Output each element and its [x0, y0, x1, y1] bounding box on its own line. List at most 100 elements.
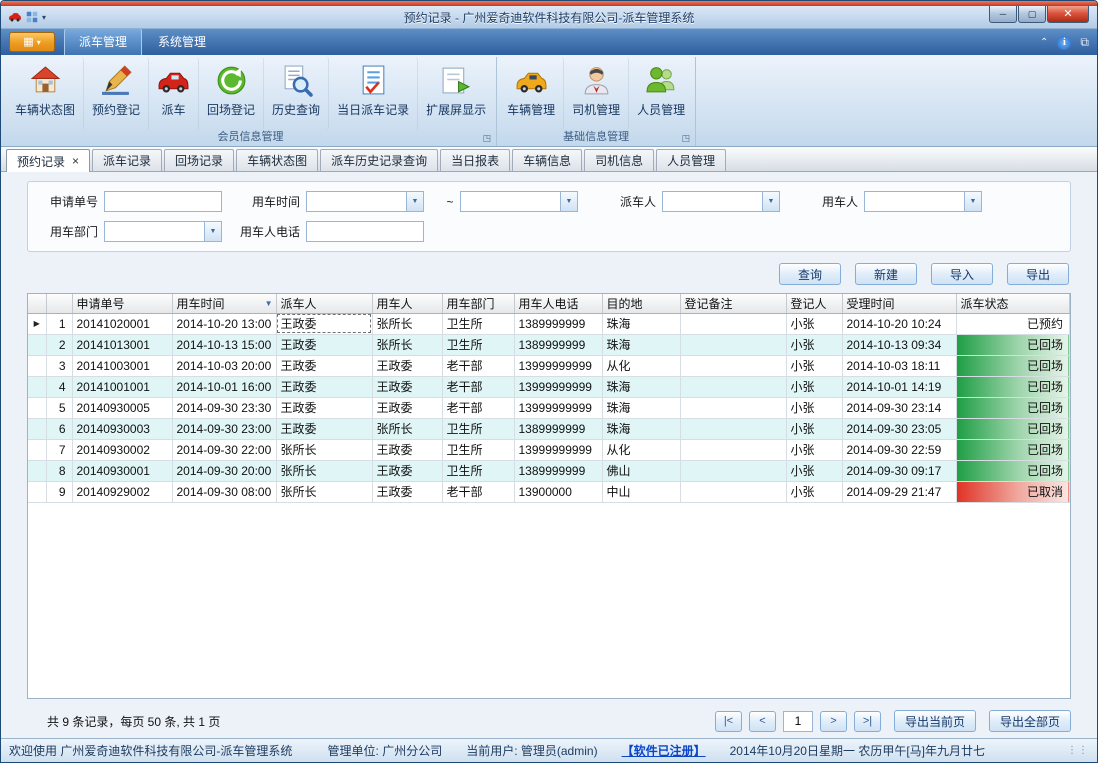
grid-cell[interactable]: 13999999999	[514, 355, 602, 376]
grid-cell[interactable]: 王政委	[276, 334, 372, 355]
doc-tab[interactable]: 预约记录×	[6, 149, 90, 172]
pager-first-button[interactable]: |<	[715, 711, 742, 732]
grid-cell[interactable]	[680, 334, 786, 355]
grid-cell[interactable]: 小张	[786, 481, 842, 502]
grid-cell[interactable]: 卫生所	[442, 313, 514, 334]
grid-cell[interactable]: 从化	[602, 439, 680, 460]
grid-cell[interactable]: 王政委	[372, 460, 442, 481]
table-row[interactable]: 7201409300022014-09-30 22:00张所长王政委卫生所139…	[28, 439, 1070, 460]
grid-cell[interactable]: 2014-09-30 20:00	[172, 460, 276, 481]
grid-cell[interactable]: 小张	[786, 418, 842, 439]
ribbon-button-recycle[interactable]: 回场登记	[199, 57, 264, 130]
column-header[interactable]: 用车人电话	[514, 294, 602, 313]
pager-prev-button[interactable]: <	[749, 711, 776, 732]
grid-cell[interactable]: 2014-09-30 22:59	[842, 439, 956, 460]
column-header[interactable]: 受理时间	[842, 294, 956, 313]
grid-cell[interactable]: 1389999999	[514, 418, 602, 439]
grid-cell[interactable]: 2014-09-30 08:00	[172, 481, 276, 502]
grid-cell[interactable]: 小张	[786, 439, 842, 460]
maximize-button[interactable]: ▢	[1018, 6, 1046, 23]
ribbon-button-car-yellow[interactable]: 车辆管理	[499, 57, 564, 130]
column-header[interactable]: 派车人	[276, 294, 372, 313]
filter-combo[interactable]: ▼	[864, 191, 982, 212]
page-number-input[interactable]	[783, 711, 813, 732]
grid-cell[interactable]: 1389999999	[514, 334, 602, 355]
grid-cell[interactable]: 2014-09-29 21:47	[842, 481, 956, 502]
grid-cell[interactable]: 珠海	[602, 376, 680, 397]
grid-cell[interactable]: 13900000	[514, 481, 602, 502]
table-row[interactable]: 3201410030012014-10-03 20:00王政委王政委老干部139…	[28, 355, 1070, 376]
grid-cell[interactable]: 20140929002	[72, 481, 172, 502]
grid-cell[interactable]: 13999999999	[514, 397, 602, 418]
filter-dropdown-icon[interactable]: ▼	[265, 299, 273, 308]
grid-cell[interactable]: 小张	[786, 460, 842, 481]
column-header[interactable]: 用车时间▼	[172, 294, 276, 313]
grid-cell[interactable]: 中山	[602, 481, 680, 502]
grid-cell[interactable]: 小张	[786, 313, 842, 334]
grid-cell[interactable]	[680, 355, 786, 376]
ribbon-button-driver[interactable]: 司机管理	[564, 57, 629, 130]
grid-cell[interactable]: 老干部	[442, 355, 514, 376]
export-button[interactable]: 导出	[1007, 263, 1069, 285]
doc-tab[interactable]: 司机信息	[584, 149, 654, 171]
grid-cell[interactable]: 王政委	[372, 439, 442, 460]
column-header[interactable]: 登记人	[786, 294, 842, 313]
grid-cell[interactable]: 小张	[786, 376, 842, 397]
doc-tab[interactable]: 车辆信息	[512, 149, 582, 171]
license-status-link[interactable]: 【软件已注册】	[622, 742, 706, 759]
grid-cell[interactable]: 张所长	[372, 418, 442, 439]
table-row[interactable]: 8201409300012014-09-30 20:00张所长王政委卫生所138…	[28, 460, 1070, 481]
grid-cell[interactable]	[680, 439, 786, 460]
grid-cell[interactable]: 珠海	[602, 313, 680, 334]
ribbon-button-record-list[interactable]: 当日派车记录	[329, 57, 418, 130]
grid-cell[interactable]: 王政委	[276, 376, 372, 397]
doc-tab[interactable]: 当日报表	[440, 149, 510, 171]
table-row[interactable]: 9201409290022014-09-30 08:00张所长王政委老干部139…	[28, 481, 1070, 502]
application-menu-button[interactable]: ▦▾	[9, 32, 55, 52]
grid-cell[interactable]: 佛山	[602, 460, 680, 481]
pager-next-button[interactable]: >	[820, 711, 847, 732]
grid-cell[interactable]: 2014-09-30 23:14	[842, 397, 956, 418]
column-header[interactable]: 用车部门	[442, 294, 514, 313]
grid-cell[interactable]: 张所长	[276, 460, 372, 481]
grid-cell[interactable]: 2014-09-30 23:00	[172, 418, 276, 439]
grid-cell[interactable]: 从化	[602, 355, 680, 376]
grid-cell[interactable]	[680, 460, 786, 481]
grid-cell[interactable]: 卫生所	[442, 460, 514, 481]
grid-cell[interactable]: 20141020001	[72, 313, 172, 334]
grid-cell[interactable]: 2014-09-30 23:05	[842, 418, 956, 439]
grid-cell[interactable]: 卫生所	[442, 334, 514, 355]
ribbon-button-pencil[interactable]: 预约登记	[84, 57, 149, 130]
grid-cell[interactable]	[680, 481, 786, 502]
grid-cell[interactable]: 珠海	[602, 334, 680, 355]
grid-cell[interactable]: 珠海	[602, 397, 680, 418]
grid-cell[interactable]: 小张	[786, 397, 842, 418]
table-row[interactable]: 6201409300032014-09-30 23:00王政委张所长卫生所138…	[28, 418, 1070, 439]
grid-cell[interactable]: 王政委	[276, 418, 372, 439]
doc-tab[interactable]: 回场记录	[164, 149, 234, 171]
grid-cell[interactable]: 2014-10-20 13:00	[172, 313, 276, 334]
pager-last-button[interactable]: >|	[854, 711, 881, 732]
doc-tab[interactable]: 派车记录	[92, 149, 162, 171]
grid-cell[interactable]: 20140930001	[72, 460, 172, 481]
export-current-page-button[interactable]: 导出当前页	[894, 710, 976, 732]
ribbon-tab[interactable]: 系统管理	[144, 29, 220, 55]
grid-cell[interactable]	[680, 376, 786, 397]
grid-cell[interactable]: 20140930005	[72, 397, 172, 418]
grid-cell[interactable]: 2014-10-20 10:24	[842, 313, 956, 334]
grid-cell[interactable]: 2014-09-30 23:30	[172, 397, 276, 418]
grid-cell[interactable]: 1389999999	[514, 313, 602, 334]
filter-combo[interactable]: ▼	[104, 221, 222, 242]
ribbon-tab[interactable]: 派车管理	[64, 28, 142, 55]
grid-cell[interactable]: 老干部	[442, 397, 514, 418]
ribbon-button-history-search[interactable]: 历史查询	[264, 57, 329, 130]
column-header[interactable]: 申请单号	[72, 294, 172, 313]
info-icon[interactable]: i	[1057, 36, 1071, 50]
grid-cell[interactable]: 2014-10-01 14:19	[842, 376, 956, 397]
doc-tab[interactable]: 派车历史记录查询	[320, 149, 438, 171]
grid-cell[interactable]: 王政委	[372, 355, 442, 376]
column-header[interactable]: 用车人	[372, 294, 442, 313]
layout-icon[interactable]	[26, 11, 38, 23]
grid-cell[interactable]: 2014-09-30 09:17	[842, 460, 956, 481]
minimize-button[interactable]: ─	[989, 6, 1017, 23]
